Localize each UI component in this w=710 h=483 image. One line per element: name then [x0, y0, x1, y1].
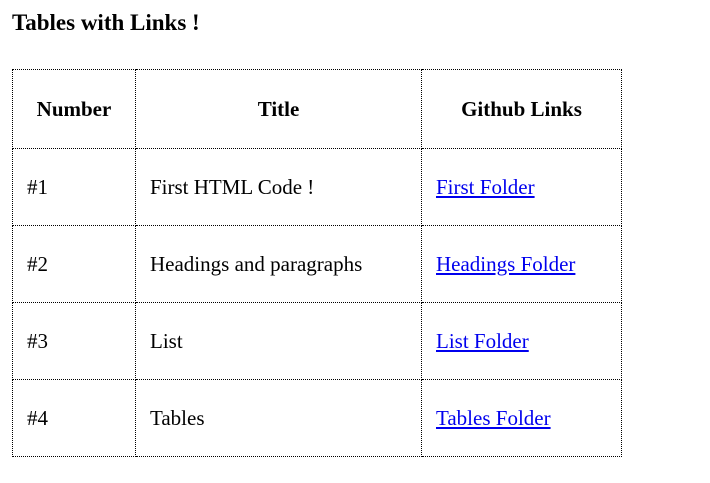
- table-header-row: Number Title Github Links: [12, 69, 622, 149]
- cell-title: List: [135, 302, 422, 380]
- header-title: Title: [135, 69, 422, 149]
- links-table: Number Title Github Links #1 First HTML …: [12, 69, 622, 457]
- first-folder-link[interactable]: First Folder: [436, 175, 535, 199]
- header-github-links: Github Links: [421, 69, 622, 149]
- header-number: Number: [12, 69, 136, 149]
- list-folder-link[interactable]: List Folder: [436, 329, 529, 353]
- table-row: #3 List List Folder: [12, 302, 622, 380]
- cell-link: List Folder: [421, 302, 622, 380]
- cell-link: Tables Folder: [421, 379, 622, 457]
- cell-title: Headings and paragraphs: [135, 225, 422, 303]
- table-row: #1 First HTML Code ! First Folder: [12, 148, 622, 226]
- table-row: #2 Headings and paragraphs Headings Fold…: [12, 225, 622, 303]
- cell-link: First Folder: [421, 148, 622, 226]
- cell-number: #3: [12, 302, 136, 380]
- headings-folder-link[interactable]: Headings Folder: [436, 252, 575, 276]
- cell-number: #4: [12, 379, 136, 457]
- cell-number: #1: [12, 148, 136, 226]
- tables-folder-link[interactable]: Tables Folder: [436, 406, 551, 430]
- page-title: Tables with Links !: [12, 10, 200, 35]
- table-row: #4 Tables Tables Folder: [12, 379, 622, 457]
- cell-title: Tables: [135, 379, 422, 457]
- cell-link: Headings Folder: [421, 225, 622, 303]
- cell-number: #2: [12, 225, 136, 303]
- cell-title: First HTML Code !: [135, 148, 422, 226]
